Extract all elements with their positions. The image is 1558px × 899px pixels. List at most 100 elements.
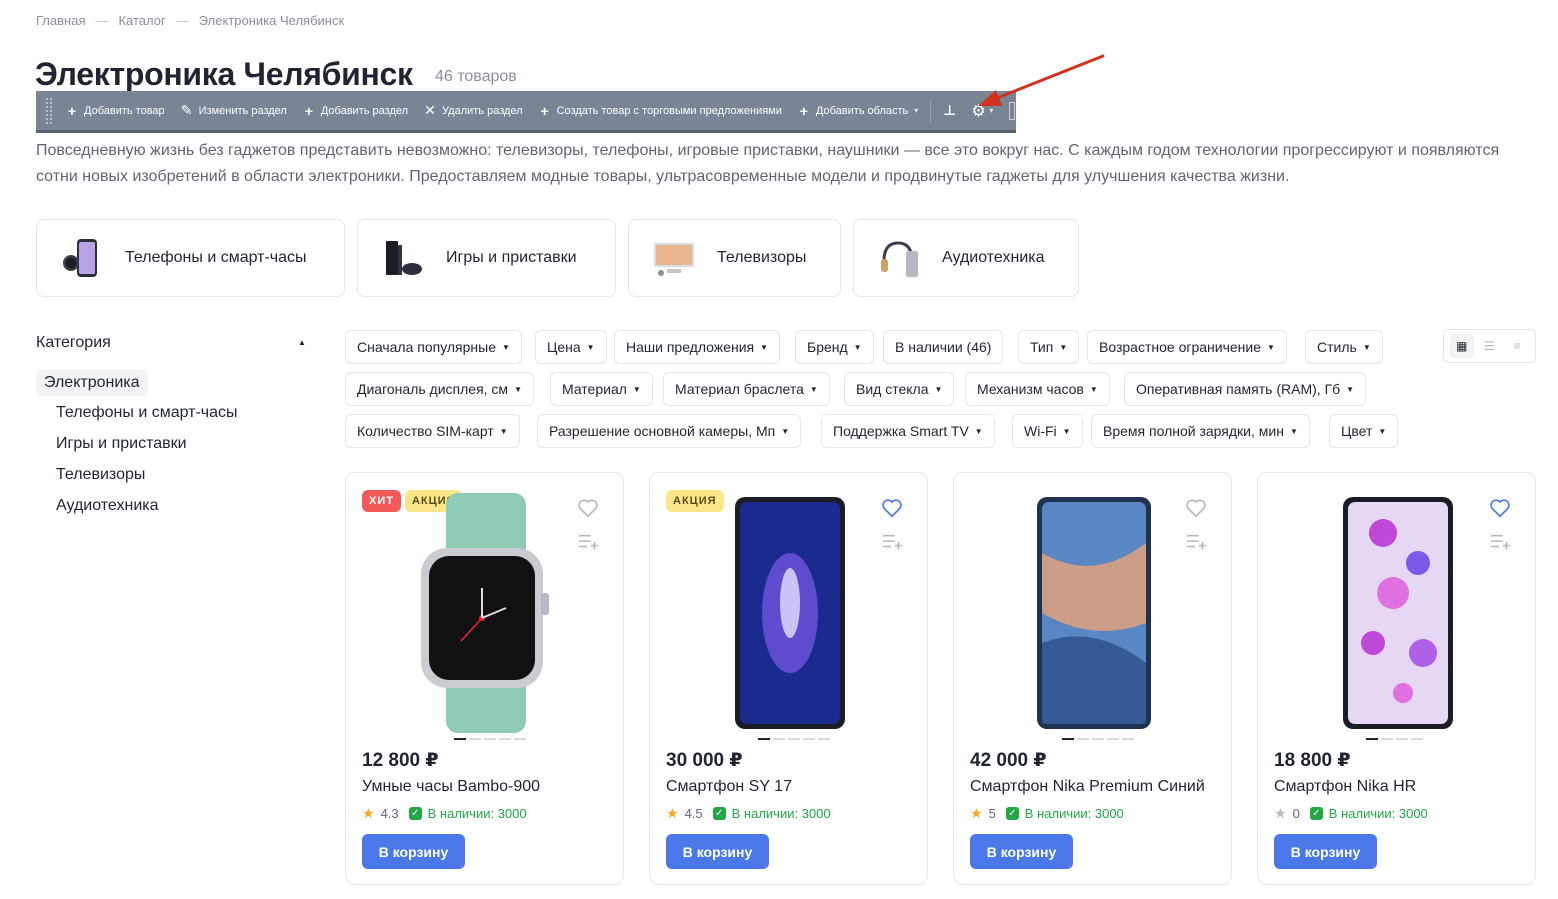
product-count: 46 товаров xyxy=(435,68,517,85)
heart-icon[interactable] xyxy=(1185,497,1207,519)
filter-in-stock[interactable]: В наличии (46) xyxy=(883,330,1004,364)
create-product-offers-label: Создать товар с торговыми предложениями xyxy=(556,104,782,117)
product-card[interactable]: ХИТ АКЦИЯ 12 800 ₽ Умные часы Bambo-900 … xyxy=(345,472,624,885)
product-name[interactable]: Смартфон SY 17 xyxy=(666,778,792,796)
breadcrumb-catalog[interactable]: Каталог xyxy=(118,13,165,28)
compare-icon[interactable] xyxy=(1185,533,1207,551)
filter-smart-tv[interactable]: Поддержка Smart TV ▼ xyxy=(821,414,995,448)
tv-icon xyxy=(653,237,695,279)
product-rating: 4.5 xyxy=(684,806,703,821)
product-image[interactable] xyxy=(1313,493,1483,733)
filter-label: Сначала популярные xyxy=(357,339,497,355)
add-to-cart-button[interactable]: В корзину xyxy=(970,834,1073,869)
delete-section-button[interactable]: ✕ Удалить раздел xyxy=(416,91,531,130)
category-card-audio[interactable]: Аудиотехника xyxy=(853,219,1079,297)
filter-price[interactable]: Цена ▼ xyxy=(535,330,607,364)
filter-label: Поддержка Smart TV xyxy=(833,423,969,439)
sidebar-item-games[interactable]: Игры и приставки xyxy=(56,435,187,453)
check-icon: ✓ xyxy=(1005,807,1019,820)
filter-label: В наличии (46) xyxy=(895,339,992,355)
stock-status: В наличии: 3000 xyxy=(1328,806,1428,821)
collapse-toggle-icon[interactable]: ▲ xyxy=(298,338,306,347)
filter-brand[interactable]: Бренд ▼ xyxy=(795,330,874,364)
grid-view-icon[interactable]: ▦ xyxy=(1449,334,1474,358)
filter-offers[interactable]: Наши предложения ▼ xyxy=(614,330,781,364)
plus-icon: + xyxy=(67,102,77,119)
filter-label: Материал браслета xyxy=(675,381,804,397)
star-icon: ★ xyxy=(362,805,375,821)
heart-icon[interactable] xyxy=(577,497,599,519)
pin-button[interactable]: ⊥ xyxy=(935,91,963,130)
sort-dropdown[interactable]: Сначала популярные ▼ xyxy=(345,330,522,364)
product-name[interactable]: Смартфон Nika Premium Синий xyxy=(970,778,1205,796)
edit-section-button[interactable]: ✎ Изменить раздел xyxy=(173,91,295,130)
add-to-cart-button[interactable]: В корзину xyxy=(1274,834,1377,869)
add-product-label: Добавить товар xyxy=(84,104,165,117)
breadcrumb-home[interactable]: Главная xyxy=(36,13,85,28)
product-image[interactable] xyxy=(705,493,875,733)
chevron-down-icon: ▼ xyxy=(1089,384,1098,394)
list-view-icon[interactable]: ☰ xyxy=(1477,334,1501,358)
add-section-button[interactable]: + Добавить раздел xyxy=(295,91,416,130)
image-pagination xyxy=(1062,738,1134,740)
product-card[interactable]: 42 000 ₽ Смартфон Nika Premium Синий ★ 5… xyxy=(953,472,1232,885)
filter-wifi[interactable]: Wi-Fi ▼ xyxy=(1012,414,1083,448)
filter-color[interactable]: Цвет ▼ xyxy=(1329,414,1399,448)
product-card[interactable]: 18 800 ₽ Смартфон Nika HR ★ 0 ✓ В наличи… xyxy=(1257,472,1536,885)
sidebar-item-active[interactable]: Электроника xyxy=(36,369,148,396)
toolbar-drag-handle[interactable] xyxy=(46,97,52,124)
filter-ram[interactable]: Оперативная память (RAM), Гб ▼ xyxy=(1124,372,1367,406)
product-rating: 4.3 xyxy=(380,806,399,821)
category-card-tv[interactable]: Телевизоры xyxy=(628,219,841,297)
sidebar-title[interactable]: Категория xyxy=(36,334,111,352)
phone-watch-icon xyxy=(61,237,103,279)
filter-age[interactable]: Возрастное ограничение ▼ xyxy=(1087,330,1287,364)
filter-style[interactable]: Стиль ▼ xyxy=(1305,330,1383,364)
star-icon: ★ xyxy=(1274,805,1287,821)
product-name[interactable]: Смартфон Nika HR xyxy=(1274,778,1416,796)
filter-label: Цвет xyxy=(1341,423,1373,439)
product-image[interactable] xyxy=(401,493,571,733)
filter-sim[interactable]: Количество SIM-карт ▼ xyxy=(345,414,520,448)
filter-label: Наши предложения xyxy=(626,339,755,355)
filter-movement[interactable]: Механизм часов ▼ xyxy=(965,372,1110,406)
headphones-icon xyxy=(878,237,920,279)
category-card-phones[interactable]: Телефоны и смарт-часы xyxy=(36,219,345,297)
add-to-cart-button[interactable]: В корзину xyxy=(666,834,769,869)
filter-type[interactable]: Тип ▼ xyxy=(1018,330,1080,364)
category-card-games[interactable]: Игры и приставки xyxy=(357,219,616,297)
filter-label: Тип xyxy=(1030,339,1054,355)
sidebar-item-tv[interactable]: Телевизоры xyxy=(56,466,145,484)
add-area-button[interactable]: + Добавить область ▾ xyxy=(790,91,926,130)
compare-icon[interactable] xyxy=(577,533,599,551)
table-view-icon[interactable]: ≡ xyxy=(1505,334,1529,358)
product-name[interactable]: Умные часы Bambo-900 xyxy=(362,778,540,796)
add-to-cart-button[interactable]: В корзину xyxy=(362,834,465,869)
heart-icon[interactable] xyxy=(1489,497,1511,519)
filter-strap-material[interactable]: Материал браслета ▼ xyxy=(663,372,830,406)
image-pagination xyxy=(758,738,830,740)
sidebar-item-audio[interactable]: Аудиотехника xyxy=(56,497,159,515)
add-product-button[interactable]: + Добавить товар xyxy=(58,91,173,130)
filter-charge-time[interactable]: Время полной зарядки, мин ▼ xyxy=(1091,414,1310,448)
chevron-down-icon: ▼ xyxy=(1378,426,1387,436)
compare-icon[interactable] xyxy=(881,533,903,551)
filter-glass[interactable]: Вид стекла ▼ xyxy=(844,372,955,406)
filter-label: Механизм часов xyxy=(977,381,1084,397)
admin-toolbar: + Добавить товар ✎ Изменить раздел + Доб… xyxy=(36,91,1016,133)
product-image[interactable] xyxy=(1009,493,1179,733)
create-product-offers-button[interactable]: + Создать товар с торговыми предложениям… xyxy=(531,91,790,130)
filter-label: Бренд xyxy=(807,339,848,355)
product-card[interactable]: АКЦИЯ 30 000 ₽ Смартфон SY 17 ★ 4.5 ✓ В … xyxy=(649,472,928,885)
filter-material[interactable]: Материал ▼ xyxy=(550,372,653,406)
filter-diagonal[interactable]: Диагональ дисплея, см ▼ xyxy=(345,372,534,406)
hit-badge: ХИТ xyxy=(362,490,401,512)
console-icon xyxy=(382,237,424,279)
compare-icon[interactable] xyxy=(1489,533,1511,551)
heart-icon[interactable] xyxy=(881,497,903,519)
star-icon: ★ xyxy=(666,805,679,821)
sidebar-item-phones[interactable]: Телефоны и смарт-часы xyxy=(56,404,238,422)
close-icon: ✕ xyxy=(424,102,436,118)
filter-camera[interactable]: Разрешение основной камеры, Мп ▼ xyxy=(537,414,802,448)
chevron-down-icon: ▼ xyxy=(974,426,983,436)
